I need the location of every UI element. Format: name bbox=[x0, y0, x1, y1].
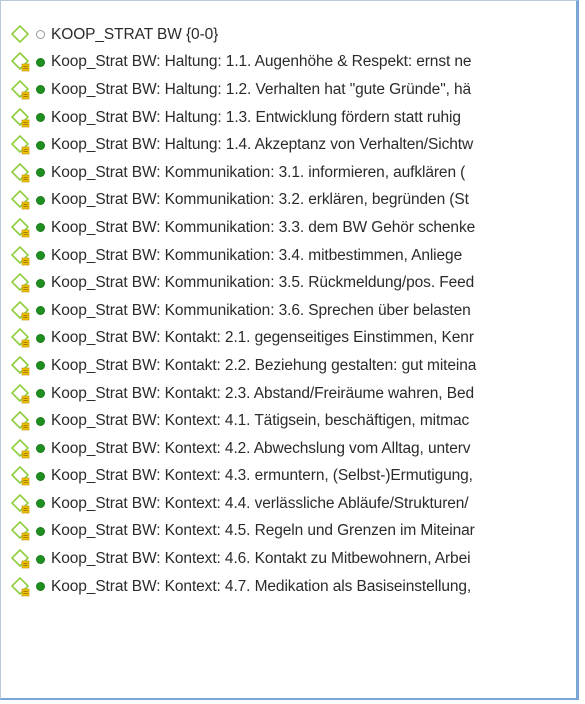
code-diamond-memo-icon bbox=[11, 356, 30, 376]
status-dot-active bbox=[36, 113, 45, 123]
code-label: Koop_Strat BW: Kommunikation: 3.4. mitbe… bbox=[51, 246, 463, 264]
code-label: Koop_Strat BW: Haltung: 1.4. Akzeptanz v… bbox=[51, 136, 474, 154]
code-diamond-memo-icon bbox=[11, 466, 30, 486]
status-dot-active bbox=[36, 333, 45, 343]
status-dot-active bbox=[36, 57, 45, 67]
code-list-item[interactable]: Koop_Strat BW: Kommunikation: 3.4. mitbe… bbox=[1, 242, 576, 270]
code-label: Koop_Strat BW: Kontext: 4.5. Regeln und … bbox=[51, 522, 475, 540]
code-diamond-memo-icon bbox=[11, 549, 30, 569]
status-dot-active bbox=[36, 499, 45, 509]
code-diamond-memo-icon bbox=[11, 80, 30, 100]
status-dot-active bbox=[36, 471, 45, 481]
status-dot-active bbox=[36, 223, 45, 233]
code-label: Koop_Strat BW: Kontext: 4.7. Medikation … bbox=[51, 577, 472, 595]
code-label: Koop_Strat BW: Kontakt: 2.3. Abstand/Fre… bbox=[51, 384, 474, 402]
code-label: Koop_Strat BW: Kontext: 4.4. verlässlich… bbox=[51, 494, 469, 512]
status-dot-active bbox=[36, 306, 45, 316]
code-label: Koop_Strat BW: Kontext: 4.6. Kontakt zu … bbox=[51, 550, 471, 568]
status-dot-active bbox=[36, 168, 45, 178]
code-diamond-memo-icon bbox=[11, 300, 30, 321]
code-label: Koop_Strat BW: Haltung: 1.1. Augenhöhe &… bbox=[51, 53, 472, 71]
code-label: KOOP_STRAT BW {0-0} bbox=[51, 25, 219, 43]
code-label: Koop_Strat BW: Kommunikation: 3.6. Sprec… bbox=[51, 301, 471, 319]
code-label: Koop_Strat BW: Kommunikation: 3.2. erklä… bbox=[51, 191, 469, 209]
status-dot-active bbox=[36, 361, 45, 371]
status-dot-active bbox=[36, 416, 45, 426]
code-list-item[interactable]: Koop_Strat BW: Haltung: 1.4. Akzeptanz v… bbox=[1, 131, 576, 159]
code-diamond-memo-icon bbox=[11, 576, 30, 596]
code-list-item[interactable]: Koop_Strat BW: Kommunikation: 3.3. dem B… bbox=[1, 214, 576, 242]
code-list-item[interactable]: Koop_Strat BW: Kontakt: 2.3. Abstand/Fre… bbox=[1, 380, 576, 408]
code-diamond-memo-icon bbox=[11, 273, 30, 293]
code-diamond-memo-icon bbox=[11, 494, 30, 514]
code-list-item[interactable]: Koop_Strat BW: Kontext: 4.6. Kontakt zu … bbox=[1, 545, 576, 573]
code-list-panel: KOOP_STRAT BW {0-0} Koop_Strat BW: Haltun… bbox=[0, 0, 579, 700]
code-label: Koop_Strat BW: Haltung: 1.2. Verhalten h… bbox=[51, 80, 472, 98]
code-label: Koop_Strat BW: Kontext: 4.1. Tätigsein, … bbox=[51, 412, 470, 430]
code-diamond-memo-icon bbox=[11, 245, 30, 265]
code-diamond-memo-icon bbox=[11, 411, 30, 431]
status-dot-active bbox=[36, 140, 45, 150]
code-diamond-memo-icon bbox=[11, 438, 30, 459]
code-list-item[interactable]: Koop_Strat BW: Kommunikation: 3.5. Rückm… bbox=[1, 269, 576, 297]
code-list-item[interactable]: Koop_Strat BW: Kontakt: 2.1. gegenseitig… bbox=[1, 325, 576, 353]
code-list-item[interactable]: Koop_Strat BW: Kommunikation: 3.2. erklä… bbox=[1, 187, 576, 215]
code-list-item[interactable]: Koop_Strat BW: Kontext: 4.2. Abwechslung… bbox=[1, 435, 576, 463]
code-diamond-memo-icon bbox=[11, 328, 30, 348]
status-dot-inactive bbox=[36, 30, 45, 40]
code-diamond-memo-icon bbox=[11, 52, 30, 72]
code-list-item[interactable]: Koop_Strat BW: Kontext: 4.1. Tätigsein, … bbox=[1, 407, 576, 435]
code-diamond-memo-icon bbox=[11, 383, 30, 403]
code-diamond-memo-icon bbox=[11, 135, 30, 155]
code-list-item[interactable]: Koop_Strat BW: Haltung: 1.3. Entwicklung… bbox=[1, 104, 576, 132]
code-list-item[interactable]: Koop_Strat BW: Kontext: 4.5. Regeln und … bbox=[1, 518, 576, 546]
code-list-item[interactable]: Koop_Strat BW: Haltung: 1.1. Augenhöhe &… bbox=[1, 49, 576, 77]
code-label: Koop_Strat BW: Kommunikation: 3.5. Rückm… bbox=[51, 274, 475, 292]
code-diamond-memo-icon bbox=[11, 162, 30, 183]
code-list-item[interactable]: Koop_Strat BW: Kontakt: 2.2. Beziehung g… bbox=[1, 352, 576, 380]
status-dot-active bbox=[36, 85, 45, 95]
code-label: Koop_Strat BW: Kontext: 4.3. ermuntern, … bbox=[51, 467, 473, 485]
code-diamond-memo-icon bbox=[11, 218, 30, 238]
status-dot-active bbox=[36, 554, 45, 564]
code-list-item[interactable]: KOOP_STRAT BW {0-0} bbox=[1, 21, 576, 49]
code-label: Koop_Strat BW: Kommunikation: 3.1. infor… bbox=[51, 163, 466, 181]
status-dot-active bbox=[36, 389, 45, 399]
code-list-item[interactable]: Koop_Strat BW: Kontext: 4.4. verlässlich… bbox=[1, 490, 576, 518]
code-diamond-memo-icon bbox=[11, 107, 30, 127]
status-dot-active bbox=[36, 444, 45, 454]
code-list-item[interactable]: Koop_Strat BW: Kommunikation: 3.6. Sprec… bbox=[1, 297, 576, 325]
code-list-item[interactable]: Koop_Strat BW: Kontext: 4.3. ermuntern, … bbox=[1, 463, 576, 491]
status-dot-active bbox=[36, 526, 45, 536]
code-diamond-memo-icon bbox=[11, 521, 30, 541]
code-label: Koop_Strat BW: Kommunikation: 3.3. dem B… bbox=[51, 218, 476, 236]
status-dot-active bbox=[36, 582, 45, 592]
status-dot-active bbox=[36, 278, 45, 288]
code-list-item[interactable]: Koop_Strat BW: Kommunikation: 3.1. infor… bbox=[1, 159, 576, 187]
code-diamond-icon bbox=[11, 24, 29, 43]
code-diamond-memo-icon bbox=[11, 190, 30, 210]
code-label: Koop_Strat BW: Kontext: 4.2. Abwechslung… bbox=[51, 439, 471, 457]
code-label: Koop_Strat BW: Haltung: 1.3. Entwicklung… bbox=[51, 108, 461, 126]
code-label: Koop_Strat BW: Kontakt: 2.2. Beziehung g… bbox=[51, 356, 477, 374]
code-list[interactable]: KOOP_STRAT BW {0-0} Koop_Strat BW: Haltun… bbox=[1, 21, 576, 600]
code-list-item[interactable]: Koop_Strat BW: Haltung: 1.2. Verhalten h… bbox=[1, 76, 576, 104]
code-list-item[interactable]: Koop_Strat BW: Kontext: 4.7. Medikation … bbox=[1, 573, 576, 601]
code-label: Koop_Strat BW: Kontakt: 2.1. gegenseitig… bbox=[51, 329, 474, 347]
status-dot-active bbox=[36, 195, 45, 205]
status-dot-active bbox=[36, 251, 45, 261]
